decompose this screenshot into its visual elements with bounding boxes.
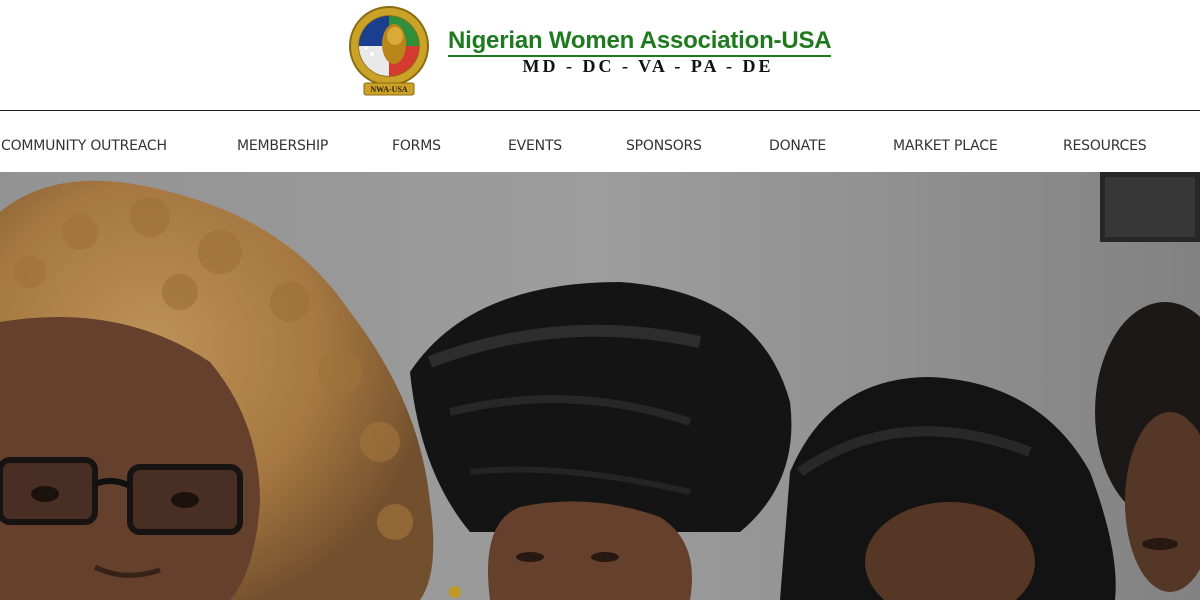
nwa-logo[interactable]: NWA-USA: [342, 6, 436, 96]
nav-membership[interactable]: MEMBERSHIP: [237, 138, 328, 154]
nav-donate[interactable]: DONATE: [769, 138, 826, 154]
nav-resources[interactable]: RESOURCES: [1063, 138, 1147, 154]
nav-market-place[interactable]: MARKET PLACE: [893, 138, 998, 154]
nav-forms[interactable]: FORMS: [392, 138, 441, 154]
hero-image: [0, 172, 1200, 600]
hero-photo: [0, 172, 1200, 600]
nav-sponsors[interactable]: SPONSORS: [626, 138, 702, 154]
nav-events[interactable]: EVENTS: [508, 138, 562, 154]
svg-text:NWA-USA: NWA-USA: [370, 85, 408, 94]
main-navigation: COMMUNITY OUTREACH MEMBERSHIP FORMS EVEN…: [0, 111, 1200, 172]
nwa-logo-emblem: NWA-USA: [349, 6, 429, 96]
site-header: NWA-USA Nigerian Women Association-USA M…: [0, 0, 1200, 110]
site-subtitle: MD - DC - VA - PA - DE: [522, 56, 774, 76]
nav-community-outreach[interactable]: COMMUNITY OUTREACH: [1, 138, 167, 154]
site-title[interactable]: Nigerian Women Association-USA: [448, 28, 832, 57]
